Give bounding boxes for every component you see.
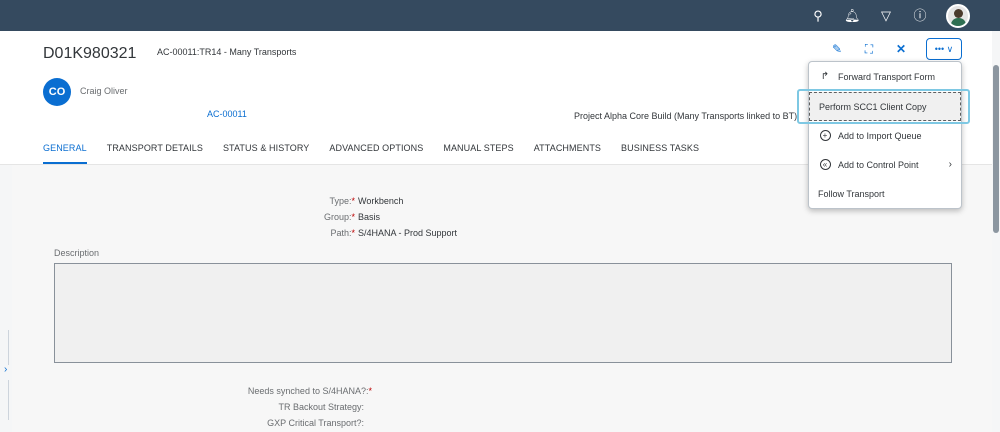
user-avatar[interactable]	[946, 3, 970, 28]
menu-item-add-control-point[interactable]: « Add to Control Point ›	[809, 150, 961, 179]
menu-item-forward-transport[interactable]: ↱ Forward Transport Form	[809, 62, 961, 91]
search-icon[interactable]: ⚲	[810, 9, 826, 22]
add-circle-icon: +	[818, 130, 832, 142]
group-value: Basis	[358, 212, 381, 222]
project-description: Project Alpha Core Build (Many Transport…	[574, 111, 798, 121]
type-label: Type:*	[329, 196, 355, 206]
path-value: S/4HANA - Prod Support	[358, 228, 458, 238]
forward-icon: ↱	[820, 71, 830, 82]
fullscreen-icon[interactable]: ⛶	[862, 42, 876, 57]
project-link[interactable]: AC-00011	[207, 109, 247, 119]
filter-icon[interactable]: ▽	[878, 9, 894, 22]
page-subtitle: AC-00011:TR14 - Many Transports	[157, 47, 297, 57]
scrollbar-thumb[interactable]	[993, 65, 999, 233]
menu-item-label: Forward Transport Form	[838, 71, 936, 82]
tab-general[interactable]: GENERAL	[43, 143, 87, 164]
focus-highlight	[797, 89, 970, 124]
menu-item-label: Add to Control Point	[838, 159, 919, 170]
tab-bar: GENERAL TRANSPORT DETAILS STATUS & HISTO…	[43, 143, 699, 164]
more-actions-button[interactable]: ••• ∨	[926, 38, 962, 60]
chevron-right-icon: ›	[948, 159, 952, 170]
shell-actions: ⚲ 🔔︎ ▽ ⓘ	[810, 0, 970, 31]
path-label: Path:*	[330, 228, 355, 238]
notification-icon[interactable]: 🔔︎	[844, 9, 861, 22]
owner-name: Craig Oliver	[80, 86, 128, 96]
close-icon[interactable]: ✕	[894, 42, 908, 56]
scrollbar[interactable]	[992, 31, 1000, 432]
avatar: CO	[43, 78, 71, 106]
description-textarea[interactable]	[54, 263, 952, 363]
tab-business-tasks[interactable]: BUSINESS TASKS	[621, 143, 699, 164]
side-divider	[8, 330, 9, 365]
description-label: Description	[54, 248, 100, 258]
header-actions: ✎ ⛶ ✕ ••• ∨	[830, 38, 962, 60]
chevron-right-icon[interactable]: ›	[4, 364, 7, 375]
control-point-icon: «	[818, 159, 832, 171]
backout-label: TR Backout Strategy:	[278, 402, 364, 412]
tab-advanced-options[interactable]: ADVANCED OPTIONS	[329, 143, 423, 164]
tab-status-history[interactable]: STATUS & HISTORY	[223, 143, 309, 164]
more-actions-menu: ↱ Forward Transport Form Perform SCC1 Cl…	[808, 61, 962, 209]
menu-item-add-import-queue[interactable]: + Add to Import Queue	[809, 121, 961, 150]
edit-icon[interactable]: ✎	[830, 42, 844, 56]
type-value: Workbench	[358, 196, 404, 206]
tab-manual-steps[interactable]: MANUAL STEPS	[443, 143, 513, 164]
group-label: Group:*	[323, 212, 355, 222]
menu-item-label: Follow Transport	[818, 188, 885, 199]
page-title: D01K980321	[43, 45, 137, 62]
synched-label: Needs synched to S/4HANA?:*	[247, 386, 372, 396]
menu-item-label: Add to Import Queue	[838, 130, 922, 141]
gxp-label: GXP Critical Transport?:	[267, 418, 364, 428]
side-divider-lower	[8, 380, 9, 420]
tab-transport-details[interactable]: TRANSPORT DETAILS	[107, 143, 203, 164]
shell-bar: ⚲ 🔔︎ ▽ ⓘ	[0, 0, 1000, 31]
tab-attachments[interactable]: ATTACHMENTS	[534, 143, 601, 164]
menu-item-follow-transport[interactable]: Follow Transport	[809, 179, 961, 208]
help-icon[interactable]: ⓘ	[912, 9, 928, 22]
